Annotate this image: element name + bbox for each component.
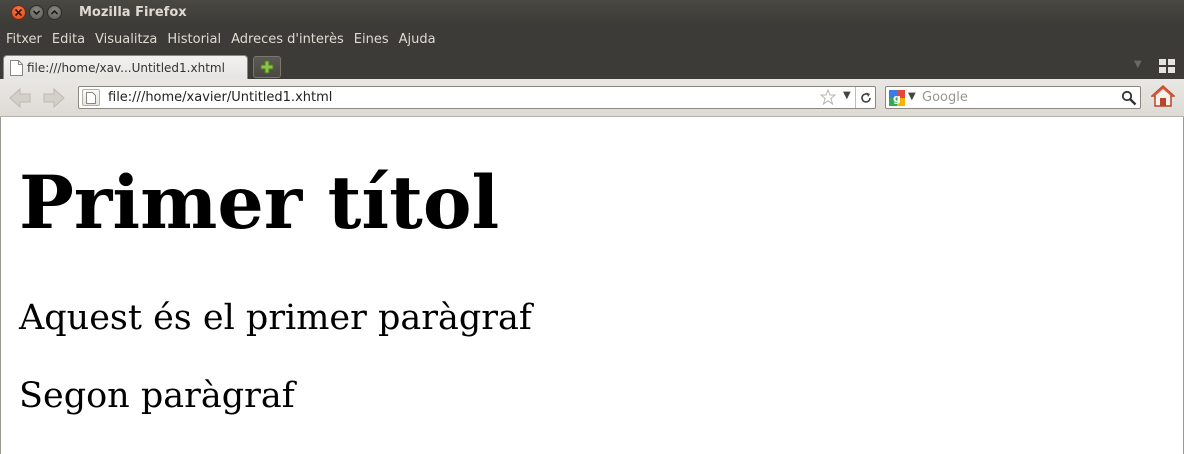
second-paragraph: Segon paràgraf [19,376,295,416]
content-left-border [0,117,1,454]
close-icon [14,8,23,16]
maximize-window-button[interactable] [47,4,62,20]
menu-adreces[interactable]: Adreces d'interès [231,32,344,47]
new-tab-button[interactable] [253,56,281,78]
reload-button[interactable] [855,87,876,108]
search-input[interactable] [922,88,1118,107]
tab-label: file:///home/xav...Untitled1.xhtml [27,60,225,75]
menu-ajuda[interactable]: Ajuda [399,32,436,47]
menu-visualitza[interactable]: Visualitza [95,32,157,47]
search-bar[interactable]: g ▼ [885,86,1141,109]
tab-untitled1[interactable]: file:///home/xav...Untitled1.xhtml [3,55,248,79]
plus-icon [260,60,274,74]
window-title: Mozilla Firefox [79,4,187,20]
title-bar: Mozilla Firefox [0,0,1184,24]
menu-bar: Fitxer Edita Visualitza Historial Adrece… [0,24,1184,54]
back-arrow-icon[interactable] [8,87,32,109]
forward-arrow-icon[interactable] [42,87,66,109]
google-engine-icon[interactable]: g [889,90,905,106]
site-identity-icon[interactable] [82,89,100,106]
svg-text:g: g [893,92,901,105]
bookmark-star-icon[interactable] [820,89,836,105]
search-icon[interactable] [1121,90,1137,106]
tab-list-dropdown-icon[interactable]: ▼ [1134,59,1142,70]
reload-icon [861,92,871,103]
window-controls [11,4,62,20]
tab-groups-icon[interactable] [1158,58,1176,74]
url-history-dropdown-icon[interactable]: ▼ [843,90,851,101]
home-icon[interactable] [1151,84,1175,108]
url-text[interactable]: file:///home/xavier/Untitled1.xhtml [108,90,332,105]
tab-strip: file:///home/xav...Untitled1.xhtml ▼ [0,54,1184,79]
minimize-icon [32,9,41,15]
maximize-icon [50,9,59,15]
menu-edita[interactable]: Edita [52,32,85,47]
navigation-bar: file:///home/xavier/Untitled1.xhtml ▼ g … [0,79,1184,117]
page-heading: Primer títol [19,160,500,246]
page-content: Primer títol Aquest és el primer paràgra… [0,117,1184,454]
first-paragraph: Aquest és el primer paràgraf [19,298,532,338]
close-window-button[interactable] [11,4,26,20]
minimize-window-button[interactable] [29,4,44,20]
page-icon [10,59,23,76]
firefox-window: Mozilla Firefox Fitxer Edita Visualitza … [0,0,1184,454]
page-icon [86,91,96,104]
menu-eines[interactable]: Eines [354,32,389,47]
engine-dropdown-icon[interactable]: ▼ [908,91,916,102]
url-bar[interactable]: file:///home/xavier/Untitled1.xhtml ▼ [78,86,876,109]
menu-historial[interactable]: Historial [167,32,221,47]
menu-fitxer[interactable]: Fitxer [6,32,42,47]
